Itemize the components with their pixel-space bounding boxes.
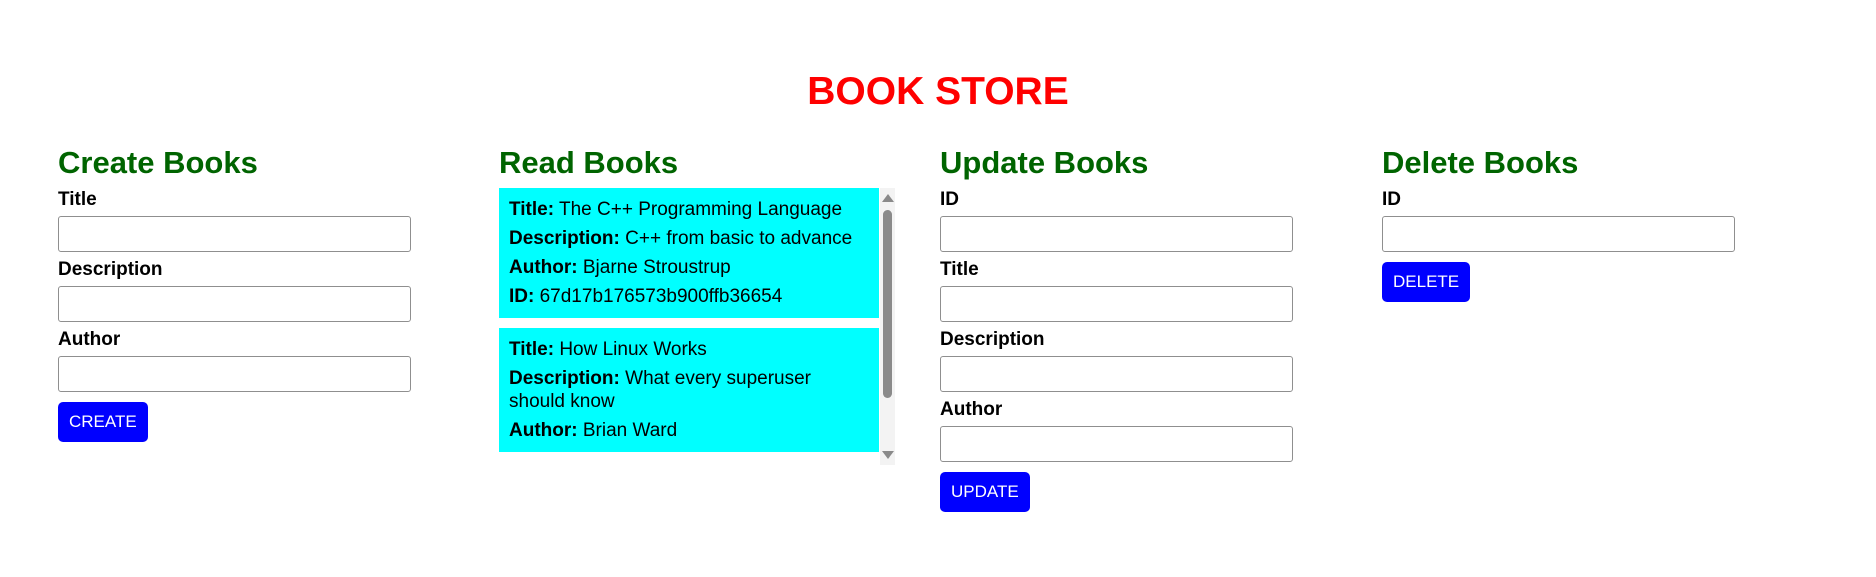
delete-id-input[interactable] bbox=[1382, 216, 1735, 252]
delete-books-section: Delete Books ID DELETE bbox=[1382, 144, 1802, 302]
book-list-container: Title: The C++ Programming Language Desc… bbox=[499, 188, 895, 465]
book-card: Title: The C++ Programming Language Desc… bbox=[499, 188, 879, 318]
update-title-input[interactable] bbox=[940, 286, 1293, 322]
create-description-input[interactable] bbox=[58, 286, 411, 322]
read-books-heading: Read Books bbox=[499, 145, 679, 180]
create-books-section: Create Books Title Description Author CR… bbox=[58, 144, 478, 442]
create-author-label: Author bbox=[58, 329, 121, 350]
book-title-value: The C++ Programming Language bbox=[558, 199, 843, 220]
book-author-row: Author: Bjarne Stroustrup bbox=[509, 256, 869, 279]
update-author-label: Author bbox=[940, 399, 1003, 420]
create-button[interactable]: CREATE bbox=[58, 402, 148, 442]
book-title-value: How Linux Works bbox=[559, 339, 707, 360]
book-title-row: Title: The C++ Programming Language bbox=[509, 198, 869, 221]
book-description-row: Description: C++ from basic to advance bbox=[509, 227, 869, 250]
book-description-key: Description: bbox=[509, 368, 620, 389]
update-id-label: ID bbox=[940, 189, 959, 210]
book-author-row: Author: Brian Ward bbox=[509, 419, 869, 442]
book-list-scrollbar[interactable] bbox=[880, 188, 895, 465]
create-title-input[interactable] bbox=[58, 216, 411, 252]
update-description-label: Description bbox=[940, 329, 1045, 350]
create-books-heading: Create Books bbox=[58, 145, 258, 180]
update-title-label: Title bbox=[940, 259, 979, 280]
book-author-key: Author: bbox=[509, 420, 578, 441]
book-author-value: Bjarne Stroustrup bbox=[582, 257, 731, 278]
book-title-key: Title: bbox=[509, 339, 555, 360]
delete-books-heading: Delete Books bbox=[1382, 145, 1579, 180]
update-author-input[interactable] bbox=[940, 426, 1293, 462]
scroll-thumb[interactable] bbox=[883, 210, 892, 398]
book-title-row: Title: How Linux Works bbox=[509, 338, 869, 361]
update-books-section: Update Books ID Title Description Author… bbox=[940, 144, 1360, 512]
book-author-key: Author: bbox=[509, 257, 578, 278]
update-description-input[interactable] bbox=[940, 356, 1293, 392]
book-author-value: Brian Ward bbox=[582, 420, 678, 441]
create-description-label: Description bbox=[58, 259, 163, 280]
book-description-key: Description: bbox=[509, 228, 620, 249]
book-title-key: Title: bbox=[509, 199, 555, 220]
delete-id-label: ID bbox=[1382, 189, 1401, 210]
book-id-value: 67d17b176573b900ffb36654 bbox=[539, 286, 783, 307]
page-title: BOOK STORE bbox=[807, 70, 1069, 113]
update-button[interactable]: UPDATE bbox=[940, 472, 1030, 512]
book-id-key: ID: bbox=[509, 286, 535, 307]
book-description-value: C++ from basic to advance bbox=[625, 228, 853, 249]
create-title-label: Title bbox=[58, 189, 97, 210]
scroll-down-arrow-icon[interactable] bbox=[882, 451, 894, 459]
delete-button[interactable]: DELETE bbox=[1382, 262, 1471, 302]
update-id-input[interactable] bbox=[940, 216, 1293, 252]
scroll-up-arrow-icon[interactable] bbox=[882, 194, 894, 202]
create-author-input[interactable] bbox=[58, 356, 411, 392]
book-description-row: Description: What every superuser should… bbox=[509, 367, 869, 413]
book-list[interactable]: Title: The C++ Programming Language Desc… bbox=[499, 188, 879, 465]
book-card: Title: How Linux Works Description: What… bbox=[499, 328, 879, 452]
book-id-row: ID: 67d17b176573b900ffb36654 bbox=[509, 285, 869, 308]
update-books-heading: Update Books bbox=[940, 145, 1149, 180]
read-books-section: Read Books Title: The C++ Programming La… bbox=[499, 144, 919, 465]
